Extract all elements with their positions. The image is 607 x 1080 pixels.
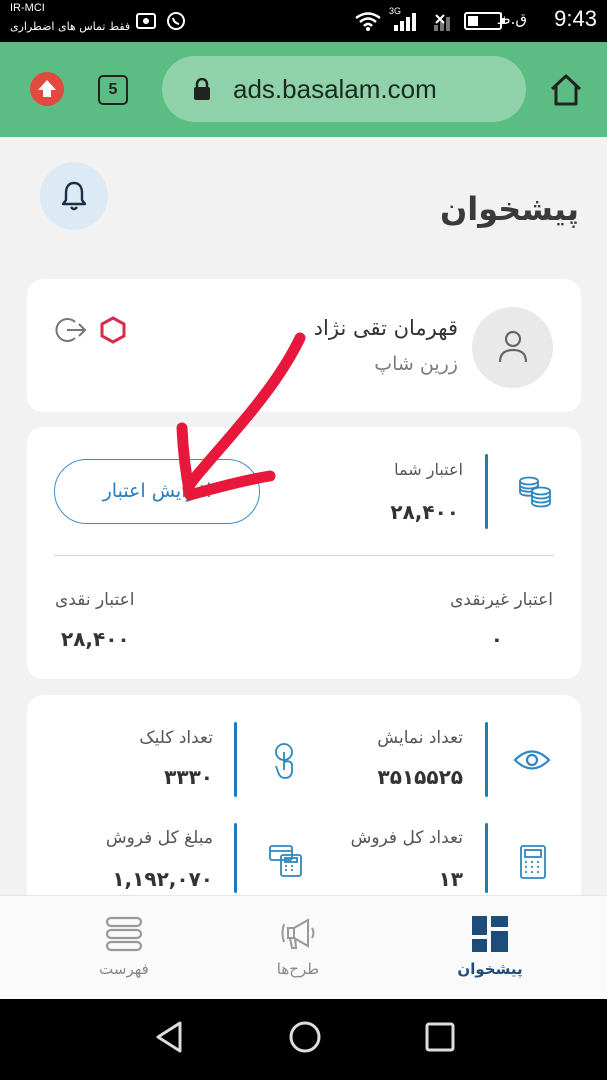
clicks-value: ۳۳۳۰ [164, 765, 213, 789]
coins-icon [519, 476, 551, 508]
clicks-label: تعداد کلیک [139, 728, 213, 748]
home-nav-icon[interactable] [287, 1019, 323, 1055]
dashboard-content: پیشخوان قهرمان تقی نژاد زرین شاپ اعتبار … [0, 137, 607, 897]
noncash-credit-label: اعتبار غیرنقدی [450, 590, 553, 610]
divider [234, 722, 237, 797]
credit-value: ۲۸,۴۰۰ [390, 500, 459, 524]
page-title: پیشخوان [439, 190, 579, 228]
divider [234, 823, 237, 893]
pos-terminal-icon [269, 845, 302, 877]
avatar [472, 307, 553, 388]
user-icon [498, 330, 528, 363]
credit-card: اعتبار شما ۲۸,۴۰۰ افزایش اعتبار اعتبار غ… [27, 427, 581, 679]
whatsapp-icon [167, 12, 185, 30]
clock: 9:43 [554, 6, 597, 31]
sales-count-label: تعداد کل فروش [350, 828, 463, 848]
home-icon[interactable] [548, 72, 584, 108]
tab-dashboard[interactable]: پیشخوان [410, 896, 570, 1000]
screenshot-icon [136, 13, 156, 29]
divider [485, 823, 488, 893]
shop-badge-icon[interactable] [99, 316, 127, 344]
bell-icon [61, 181, 87, 211]
status-bar: IR-MCI فقط تماس های اضطراری 3G ق.ظ 9:43 [0, 0, 607, 42]
browser-toolbar: 5 ads.basalam.com [0, 42, 607, 137]
impressions-value: ۳۵۱۵۵۲۵ [377, 765, 463, 789]
back-icon[interactable] [154, 1019, 186, 1055]
system-navigation-bar [0, 999, 607, 1080]
address-bar[interactable]: ads.basalam.com [162, 56, 526, 122]
notifications-button[interactable] [40, 162, 108, 230]
credit-label: اعتبار شما [394, 460, 463, 479]
tab-list[interactable]: فهرست [44, 896, 204, 1000]
stats-card: تعداد نمایش ۳۵۱۵۵۲۵ تعداد کلیک ۳۳۳۰ تعدا… [27, 695, 581, 897]
cash-credit-label: اعتبار نقدی [55, 590, 135, 610]
wifi-icon [355, 12, 381, 31]
recents-icon[interactable] [424, 1019, 456, 1055]
eye-icon [513, 750, 551, 770]
sales-count-value: ۱۳ [438, 867, 463, 891]
emergency-text: فقط تماس های اضطراری [10, 20, 131, 33]
tab-plans-label: طرح‌ها [276, 960, 320, 978]
bottom-navigation: پیشخوان طرح‌ها فهرست [0, 895, 607, 999]
dashboard-icon [472, 916, 508, 952]
increase-credit-button[interactable]: افزایش اعتبار [54, 459, 260, 524]
divider [54, 555, 554, 556]
noncash-credit-value: ۰ [490, 627, 503, 651]
tab-dashboard-label: پیشخوان [457, 960, 523, 978]
signal-off-icon [434, 14, 450, 31]
lock-icon [194, 78, 210, 100]
sales-amount-value: ۱,۱۹۲,۰۷۰ [112, 867, 213, 891]
divider [485, 454, 488, 529]
divider [485, 722, 488, 797]
user-name: قهرمان تقی نژاد [313, 316, 458, 340]
time-period: ق.ظ [496, 10, 527, 28]
signal-icon [394, 13, 416, 31]
click-icon [275, 743, 293, 779]
tab-list-label: فهرست [99, 960, 149, 978]
list-icon [106, 916, 142, 952]
url-text: ads.basalam.com [233, 74, 437, 104]
calculator-icon [520, 845, 546, 879]
shop-name: زرین شاپ [374, 353, 458, 375]
logout-icon[interactable] [55, 316, 87, 344]
carrier-name: IR-MCI [10, 2, 45, 14]
impressions-label: تعداد نمایش [377, 728, 463, 748]
tab-switcher-button[interactable]: 5 [98, 75, 128, 105]
sales-amount-label: مبلغ کل فروش [105, 828, 213, 848]
tab-plans[interactable]: طرح‌ها [218, 896, 378, 1000]
profile-card: قهرمان تقی نژاد زرین شاپ [27, 279, 581, 412]
update-icon[interactable] [30, 72, 64, 106]
cash-credit-value: ۲۸,۴۰۰ [61, 627, 130, 651]
megaphone-icon [281, 918, 315, 949]
